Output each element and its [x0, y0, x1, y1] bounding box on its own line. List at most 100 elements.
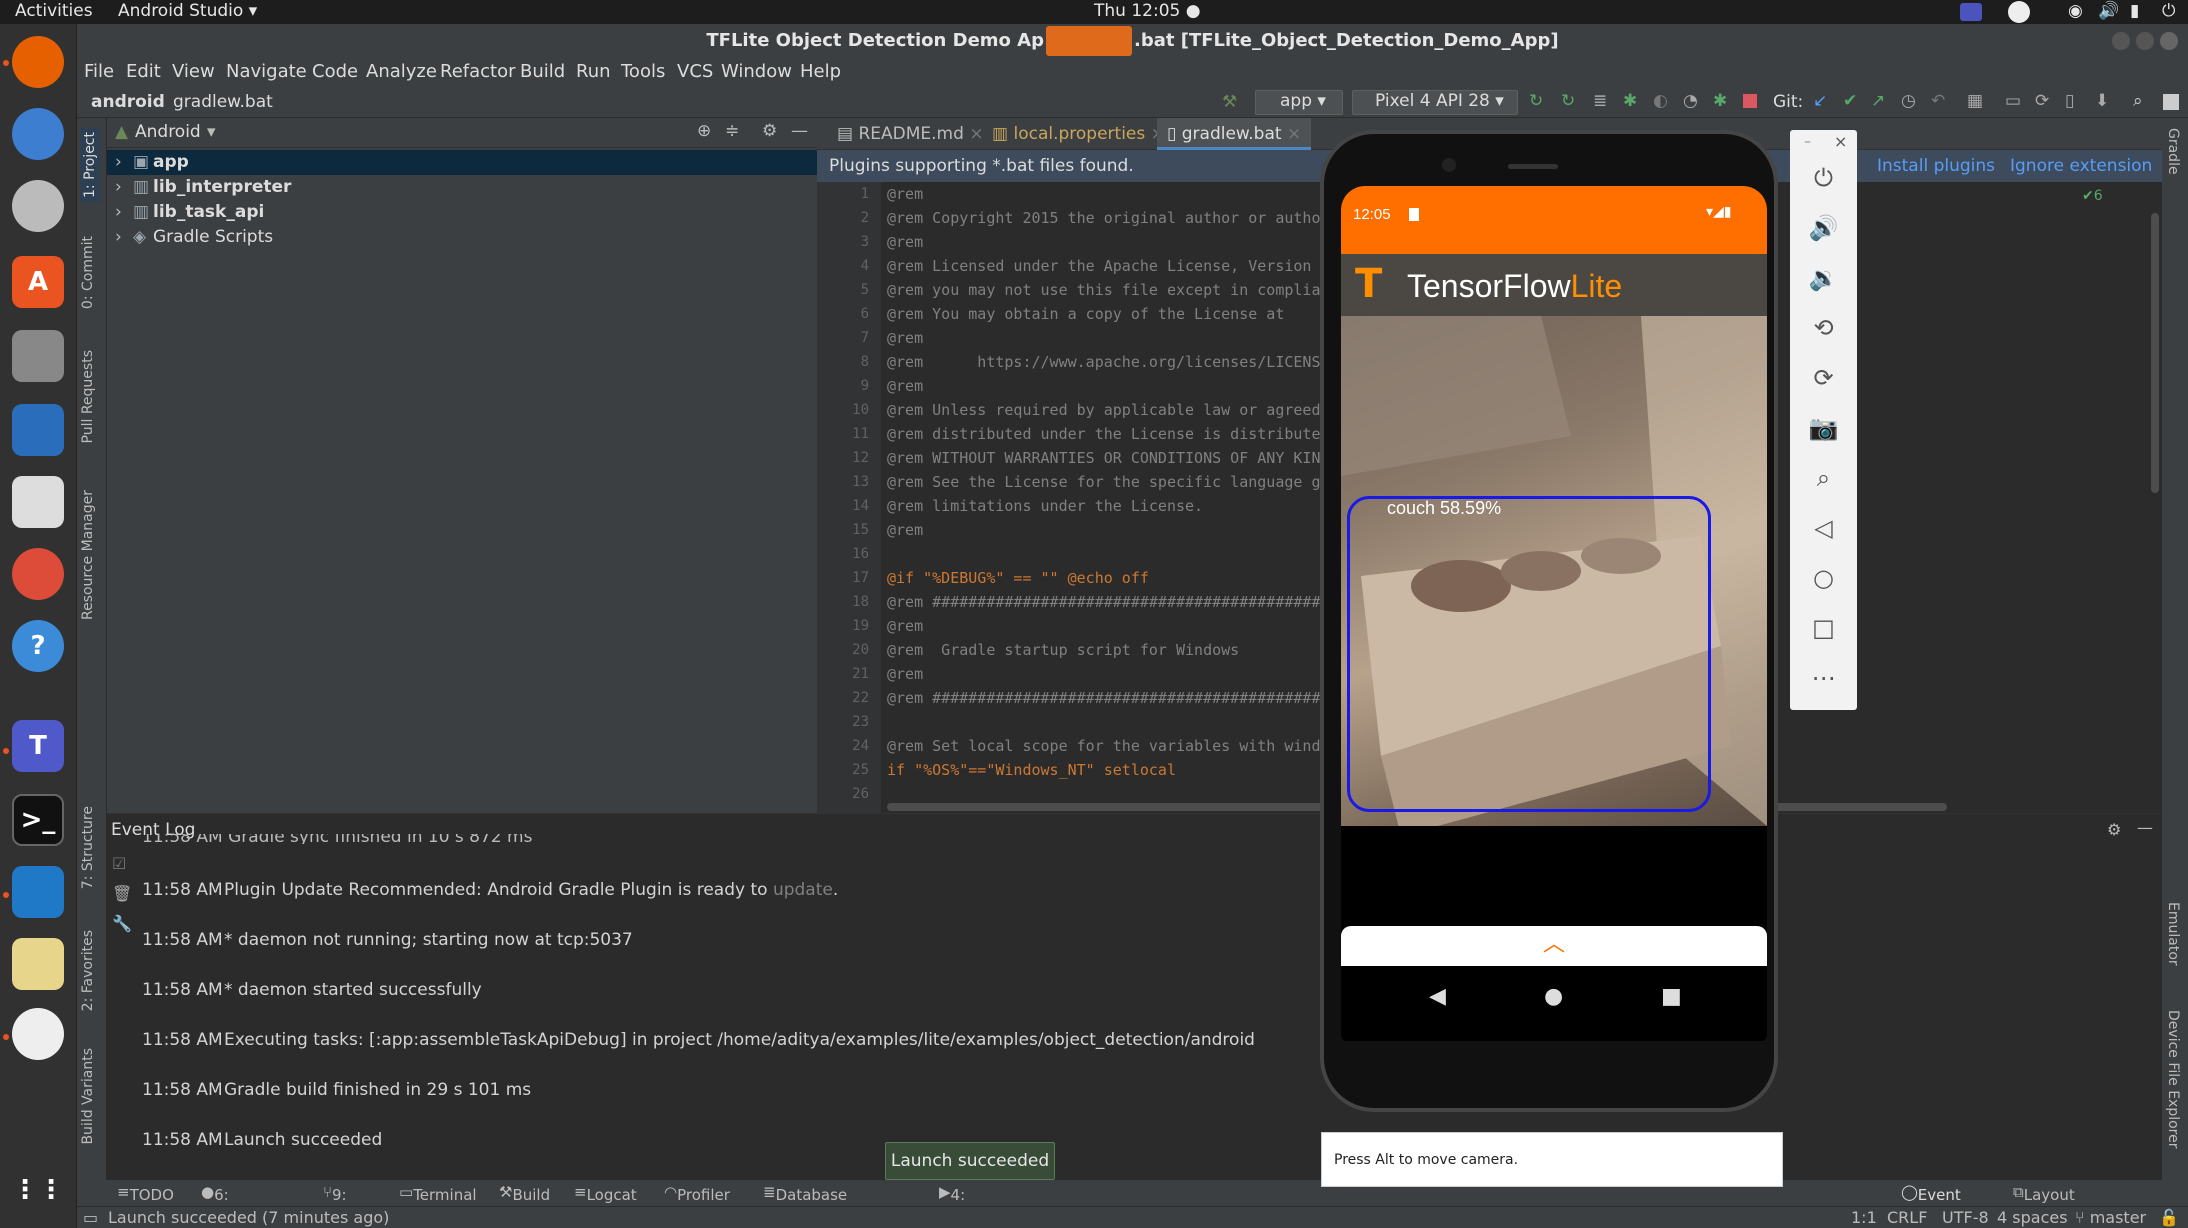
- volume-down-icon[interactable]: 🔉: [1790, 258, 1857, 298]
- git-update-icon[interactable]: ↙: [1813, 91, 1827, 111]
- rotate-right-icon[interactable]: ⟳: [1790, 358, 1857, 398]
- run-config-dropdown[interactable]: app ▾: [1255, 90, 1343, 115]
- tab-profiler[interactable]: ◠ Profiler: [664, 1183, 730, 1204]
- menu-navigate[interactable]: Navigate: [226, 61, 307, 82]
- tab-terminal[interactable]: ▭ Terminal: [399, 1183, 477, 1204]
- help-icon[interactable]: ?: [12, 620, 64, 672]
- tab-readme[interactable]: ▤ README.md ×: [827, 118, 994, 150]
- git-history-icon[interactable]: ◷: [1901, 91, 1916, 111]
- app-menu[interactable]: Android Studio ▾: [118, 1, 257, 21]
- tab-commit[interactable]: 0: Commit: [80, 236, 96, 309]
- stop-icon[interactable]: [1743, 94, 1757, 108]
- battery-icon[interactable]: ▮: [2130, 1, 2139, 21]
- tab-todo[interactable]: ≡ TODO: [117, 1183, 174, 1204]
- tab-emulator[interactable]: Emulator: [2165, 902, 2181, 966]
- search-icon[interactable]: ⌕: [2133, 91, 2143, 111]
- file-encoding[interactable]: UTF-8: [1942, 1208, 1989, 1227]
- locate-icon[interactable]: ⊕: [697, 121, 711, 141]
- maximize-window-button[interactable]: [2136, 32, 2154, 50]
- tree-item-app[interactable]: › ▣ app: [107, 150, 817, 175]
- hammer-icon[interactable]: ⚒: [1222, 92, 1237, 112]
- ignore-extension-link[interactable]: Ignore extension: [2010, 150, 2152, 182]
- files-icon[interactable]: [12, 330, 64, 382]
- recents-icon[interactable]: ■: [1661, 984, 1682, 1009]
- breadcrumb-root[interactable]: android: [91, 92, 165, 112]
- tab-build[interactable]: ⚒ Build: [499, 1183, 550, 1204]
- menu-code[interactable]: Code: [312, 61, 358, 82]
- hide-panel-icon[interactable]: —: [2137, 818, 2153, 837]
- hide-panel-icon[interactable]: —: [791, 121, 808, 141]
- lock-icon[interactable]: 🔓: [2159, 1208, 2179, 1227]
- debug-icon[interactable]: ✱: [1623, 91, 1637, 111]
- tab-problems[interactable]: ● 6: Problems: [201, 1183, 283, 1222]
- volume-up-icon[interactable]: 🔊: [1790, 208, 1857, 248]
- skype-tray-icon[interactable]: [2008, 1, 2030, 23]
- bottom-sheet-handle[interactable]: ︿: [1341, 926, 1767, 966]
- tab-resource-manager[interactable]: Resource Manager: [80, 490, 96, 620]
- project-view-dropdown[interactable]: Android: [135, 122, 201, 142]
- tab-build-variants[interactable]: Build Variants: [80, 1048, 96, 1145]
- run-list-icon[interactable]: ≣: [1593, 91, 1607, 111]
- avd-manager-icon[interactable]: ▯: [2065, 91, 2074, 111]
- screenshot-icon[interactable]: 📷: [1790, 408, 1857, 448]
- activities-button[interactable]: Activities: [15, 1, 93, 21]
- git-push-icon[interactable]: ↗: [1871, 91, 1885, 111]
- tab-gradlew-bat[interactable]: ▯ gradlew.bat ×: [1157, 118, 1312, 150]
- profile-icon[interactable]: ◔: [1683, 91, 1698, 111]
- emulator-screen[interactable]: 12:05 ▾◢▮ T TensorFlowLite couch 58.59% …: [1341, 186, 1767, 1041]
- more-icon[interactable]: ⋯: [1790, 658, 1857, 698]
- rerun-icon[interactable]: ↻: [1529, 91, 1543, 111]
- firefox-icon[interactable]: [12, 36, 64, 88]
- wrench-icon[interactable]: 🔧: [112, 914, 132, 933]
- tab-run[interactable]: ▶ 4: Run: [939, 1183, 979, 1222]
- git-commit-icon[interactable]: ✔: [1843, 91, 1857, 111]
- git-branch[interactable]: ⑂ master: [2075, 1208, 2146, 1227]
- power-icon[interactable]: ⏻: [2162, 1, 2175, 21]
- terminal-icon[interactable]: >_: [12, 794, 64, 846]
- menu-window[interactable]: Window: [721, 61, 792, 82]
- tab-favorites[interactable]: 2: Favorites: [80, 930, 96, 1011]
- close-window-button[interactable]: [2160, 32, 2178, 50]
- tab-pull-requests[interactable]: Pull Requests: [80, 350, 96, 443]
- launch-toast[interactable]: Launch succeeded: [885, 1142, 1055, 1180]
- document-viewer-icon[interactable]: [12, 476, 64, 528]
- home-icon[interactable]: ●: [1544, 984, 1563, 1009]
- menu-help[interactable]: Help: [800, 61, 841, 82]
- tab-project[interactable]: 1: Project: [80, 128, 100, 202]
- writer-icon[interactable]: [12, 404, 64, 456]
- vscode-icon[interactable]: [12, 866, 64, 918]
- menu-vcs[interactable]: VCS: [677, 61, 713, 82]
- back-icon[interactable]: ◁: [1790, 508, 1857, 548]
- close-icon[interactable]: ×: [1287, 124, 1301, 144]
- sync-gradle-icon[interactable]: ⟳: [2035, 91, 2049, 111]
- vertical-scrollbar[interactable]: [2151, 213, 2159, 493]
- chevron-down-icon[interactable]: ▾: [207, 122, 216, 142]
- gear-icon[interactable]: ⚙: [2107, 820, 2121, 839]
- clock[interactable]: Thu 12:05 ●: [1094, 1, 1201, 21]
- screen-recorder-indicator[interactable]: [1045, 26, 1132, 56]
- update-link[interactable]: update: [773, 880, 833, 900]
- power-icon[interactable]: ⏻: [1790, 158, 1857, 198]
- wifi-icon[interactable]: ◉: [2068, 1, 2083, 21]
- mark-read-icon[interactable]: ☑: [112, 854, 126, 873]
- tab-git[interactable]: ⑂ 9: Git: [323, 1183, 354, 1222]
- overview-icon[interactable]: □: [1790, 608, 1857, 648]
- teams-icon[interactable]: T: [12, 720, 64, 772]
- gear-icon[interactable]: ⚙: [762, 121, 777, 141]
- line-separator[interactable]: CRLF: [1887, 1208, 1927, 1227]
- status-message[interactable]: Launch succeeded (7 minutes ago): [108, 1208, 389, 1227]
- project-structure-icon[interactable]: ▦: [1967, 91, 1983, 111]
- home-icon[interactable]: ○: [1790, 558, 1857, 598]
- menu-tools[interactable]: Tools: [621, 61, 665, 82]
- tree-item-lib-task-api[interactable]: › ▥ lib_task_api: [107, 200, 817, 225]
- tab-gradle[interactable]: Gradle: [2165, 128, 2181, 175]
- menu-analyze[interactable]: Analyze: [366, 61, 437, 82]
- close-icon[interactable]: ×: [1834, 132, 1847, 151]
- thunderbird-icon[interactable]: [12, 108, 64, 160]
- volume-icon[interactable]: 🔊: [2098, 1, 2119, 21]
- back-icon[interactable]: ◀: [1429, 984, 1446, 1009]
- menu-edit[interactable]: Edit: [126, 61, 161, 82]
- menu-run[interactable]: Run: [576, 61, 611, 82]
- apply-changes-icon[interactable]: ↻: [1561, 91, 1575, 111]
- chrome-icon[interactable]: [12, 548, 64, 600]
